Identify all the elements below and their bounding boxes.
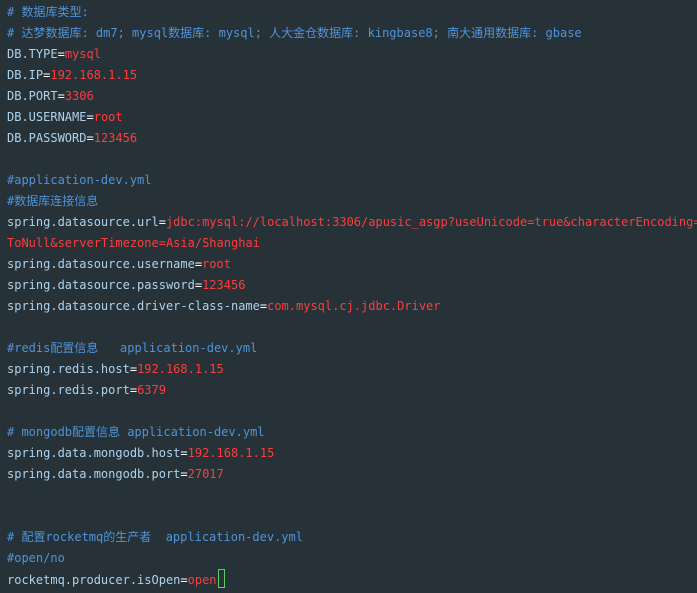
equals-sign: = bbox=[180, 467, 188, 481]
text-cursor bbox=[217, 569, 225, 588]
config-key: spring.datasource.password bbox=[7, 278, 195, 292]
config-value: 3306 bbox=[64, 89, 94, 103]
comment-line: # 数据库类型: bbox=[7, 5, 89, 19]
equals-sign: = bbox=[129, 362, 138, 376]
config-line-mongodb-port: spring.data.mongodb.port=27017 bbox=[7, 464, 224, 485]
config-key: DB.USERNAME bbox=[7, 110, 87, 124]
equals-sign: = bbox=[57, 89, 65, 103]
config-key: spring.data.mongodb.host bbox=[7, 446, 181, 460]
config-value: 6379 bbox=[137, 383, 166, 397]
config-value: 192.168.1.15 bbox=[137, 362, 224, 376]
comment-line: #application-dev.yml bbox=[7, 173, 152, 187]
comment-line: # mongodb配置信息 application-dev.yml bbox=[7, 425, 265, 439]
config-value: com.mysql.cj.jdbc.Driver bbox=[267, 299, 441, 313]
config-value: 123456 bbox=[202, 278, 246, 292]
config-value: 27017 bbox=[187, 467, 224, 481]
config-value: mysql bbox=[64, 47, 101, 61]
config-line-db-password: DB.PASSWORD=123456 bbox=[7, 128, 137, 149]
config-key: spring.datasource.driver-class-name bbox=[7, 299, 260, 313]
comment-line: # 达梦数据库: dm7; mysql数据库: mysql; 人大金仓数据库: … bbox=[7, 26, 582, 40]
config-value: root bbox=[202, 257, 231, 271]
config-value: root bbox=[93, 110, 123, 124]
config-key: spring.redis.port bbox=[7, 383, 130, 397]
comment-line: #数据库连接信息 bbox=[7, 194, 99, 208]
config-key: DB.TYPE bbox=[7, 47, 58, 61]
comment-line: # 配置rocketmq的生产者 application-dev.yml bbox=[7, 530, 303, 544]
config-key: DB.PORT bbox=[7, 89, 58, 103]
config-line-db-ip: DB.IP=192.168.1.15 bbox=[7, 65, 137, 86]
config-key: DB.IP bbox=[7, 68, 44, 82]
config-key: spring.data.mongodb.port bbox=[7, 467, 181, 481]
config-line-mongodb-host: spring.data.mongodb.host=192.168.1.15 bbox=[7, 443, 274, 464]
equals-sign: = bbox=[180, 446, 188, 460]
config-value: 192.168.1.15 bbox=[187, 446, 275, 460]
config-line-rocketmq-open[interactable]: rocketmq.producer.isOpen=open bbox=[7, 569, 225, 590]
config-line-redis-port: spring.redis.port=6379 bbox=[7, 380, 166, 401]
comment-line: #redis配置信息 application-dev.yml bbox=[7, 341, 258, 355]
equals-sign: = bbox=[194, 257, 203, 271]
config-key: rocketmq.producer.isOpen bbox=[7, 573, 181, 587]
config-line-db-type: DB.TYPE=mysql bbox=[7, 44, 101, 65]
equals-sign: = bbox=[194, 278, 203, 292]
config-value: 192.168.1.15 bbox=[50, 68, 138, 82]
config-key: spring.datasource.username bbox=[7, 257, 195, 271]
equals-sign: = bbox=[158, 215, 166, 229]
config-line-db-username: DB.USERNAME=root bbox=[7, 107, 123, 128]
config-key: spring.datasource.url bbox=[7, 215, 159, 229]
equals-sign: = bbox=[86, 131, 94, 145]
config-line-datasource-username: spring.datasource.username=root bbox=[7, 254, 231, 275]
config-line-db-port: DB.PORT=3306 bbox=[7, 86, 94, 107]
config-value: jdbc:mysql://localhost:3306/apusic_asgp?… bbox=[165, 215, 697, 229]
config-value: open bbox=[187, 573, 217, 587]
equals-sign: = bbox=[86, 110, 94, 124]
config-key: spring.redis.host bbox=[7, 362, 130, 376]
code-editor[interactable]: # 数据库类型: # 达梦数据库: dm7; mysql数据库: mysql; … bbox=[0, 0, 697, 593]
config-value-continuation: ToNull&serverTimezone=Asia/Shanghai bbox=[7, 236, 260, 250]
config-key: DB.PASSWORD bbox=[7, 131, 87, 145]
equals-sign: = bbox=[129, 383, 138, 397]
config-line-datasource-password: spring.datasource.password=123456 bbox=[7, 275, 245, 296]
equals-sign: = bbox=[57, 47, 65, 61]
config-line-redis-host: spring.redis.host=192.168.1.15 bbox=[7, 359, 224, 380]
comment-line: #open/no bbox=[7, 551, 65, 565]
config-line-datasource-url: spring.datasource.url=jdbc:mysql://local… bbox=[7, 212, 697, 233]
config-line-datasource-driver: spring.datasource.driver-class-name=com.… bbox=[7, 296, 441, 317]
equals-sign: = bbox=[180, 573, 188, 587]
config-value: 123456 bbox=[93, 131, 138, 145]
